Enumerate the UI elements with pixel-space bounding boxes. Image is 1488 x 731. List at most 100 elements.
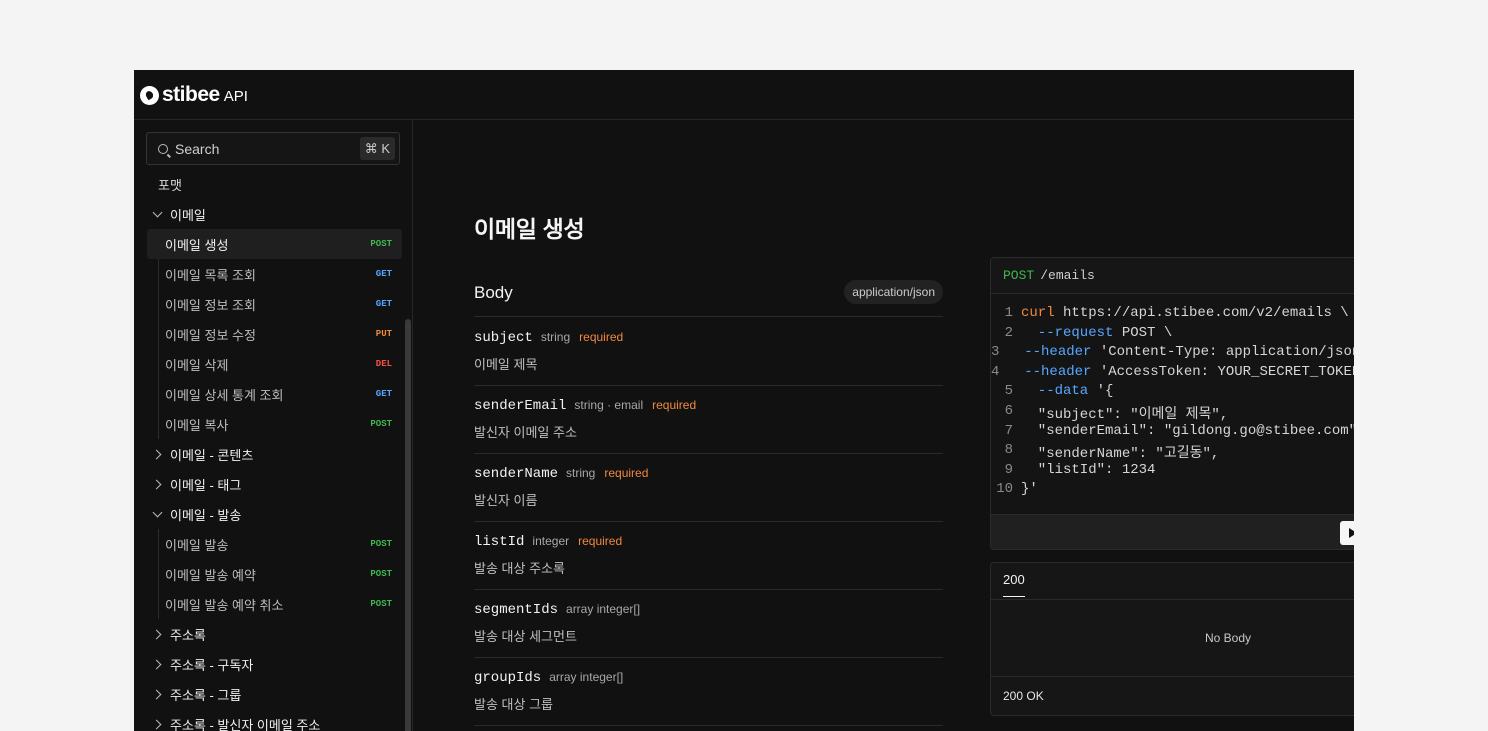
sidebar-item[interactable]: 이메일 발송 예약 POST	[147, 559, 402, 589]
method-badge: POST	[370, 419, 392, 429]
sidebar-item-format[interactable]: 포맷	[146, 169, 402, 199]
sidebar-item-label: 이메일 생성	[165, 237, 229, 253]
sidebar-item[interactable]: 이메일 발송 예약 취소 POST	[147, 589, 402, 619]
param-name: subject	[474, 330, 533, 346]
sidebar-item[interactable]: 이메일 목록 조회 GET	[147, 259, 402, 289]
param-row: groupIds array integer[] 발송 대상 그룹	[474, 658, 943, 726]
sidebar-group[interactable]: 이메일 - 콘텐츠	[146, 439, 402, 469]
code-token: POST \	[1113, 324, 1173, 341]
param-required: required	[604, 466, 649, 480]
app-window: stibee API ⌘ K 포맷 이메일이메일 생성 POST 이메일 목록 조회…	[134, 70, 1354, 731]
sidebar-group[interactable]: 주소록 - 그룹	[146, 679, 402, 709]
sidebar-item[interactable]: 이메일 상세 통계 조회 GET	[147, 379, 402, 409]
param-description: 이메일 제목	[474, 357, 538, 372]
sidebar-item[interactable]: 이메일 정보 수정 PUT	[147, 319, 402, 349]
param-type: string · email	[574, 398, 644, 412]
param-name: senderName	[474, 466, 559, 482]
top-bar: stibee API	[134, 70, 1354, 120]
code-sample-panel: POST /emails 1 curl https://api.stibee.co…	[990, 257, 1354, 550]
param-signature: senderEmail string · email required	[474, 398, 943, 414]
sidebar-item-label: 이메일 발송 예약	[165, 567, 256, 583]
param-required: required	[579, 330, 624, 344]
response-body: No Body	[991, 600, 1354, 677]
method-badge: POST	[370, 539, 392, 549]
code-line: 7 "senderEmail": "gildong.go@stibee.com"…	[991, 423, 1354, 443]
no-body-text: No Body	[1205, 631, 1252, 645]
body-section-header: Body application/json	[474, 280, 943, 317]
sidebar-item-label: 이메일 상세 통계 조회	[165, 387, 284, 403]
response-tabs: 200	[991, 563, 1354, 600]
param-name: segmentIds	[474, 602, 559, 618]
code-token: "senderName": "고길동",	[1021, 446, 1220, 463]
param-type: string	[540, 330, 571, 344]
sidebar-group[interactable]: 이메일	[146, 199, 402, 229]
code-line: 5 --data '{	[991, 383, 1354, 403]
code-sample-header: POST /emails	[991, 258, 1354, 294]
sidebar-group-label: 이메일 - 콘텐츠	[170, 447, 254, 463]
code-token: https://api.stibee.com/v2/emails \	[1054, 305, 1349, 321]
chevron-right-icon	[152, 688, 164, 700]
code-line: 6 "subject": "이메일 제목",	[991, 403, 1354, 423]
sidebar-group[interactable]: 이메일 - 발송	[146, 499, 402, 529]
search-input[interactable]	[175, 140, 355, 157]
tab-response-200[interactable]: 200	[1003, 572, 1025, 597]
sidebar: ⌘ K 포맷 이메일이메일 생성POST이메일 목록 조회GET이메일 정보 조…	[134, 120, 413, 731]
code-block[interactable]: 1 curl https://api.stibee.com/v2/emails \…	[991, 294, 1354, 514]
line-number: 10	[996, 481, 1013, 498]
code-line: 8 "senderName": "고길동",	[991, 442, 1354, 462]
param-name: groupIds	[474, 670, 542, 686]
method-badge: PUT	[375, 329, 392, 339]
sidebar-item[interactable]: 이메일 삭제 DEL	[147, 349, 402, 379]
param-description: 발송 대상 주소록	[474, 561, 565, 576]
sidebar-group-label: 이메일	[170, 207, 206, 223]
logo-suffix: API	[223, 88, 248, 105]
chevron-down-icon	[152, 508, 164, 520]
sidebar-item[interactable]: 이메일 정보 조회 GET	[147, 289, 402, 319]
param-type: array integer[]	[549, 670, 624, 684]
try-request-button[interactable]	[1340, 521, 1354, 545]
chevron-right-icon	[152, 478, 164, 490]
stibee-logo-icon	[140, 85, 159, 105]
stibee-logo[interactable]: stibee API	[140, 83, 248, 106]
sidebar-subgroup: 이메일 생성 POST 이메일 목록 조회 GET 이메일 정보 조회 GET 이메일 정보…	[147, 229, 402, 439]
sidebar-nav: 포맷 이메일 이메일 생성 POST 이메일 목록 조회 GET 이메일 정보 조회 GET…	[146, 169, 402, 731]
sidebar-scrollbar[interactable]	[405, 319, 411, 731]
code-line: 2 --request POST \	[991, 325, 1354, 345]
sidebar-item-label: 이메일 발송	[165, 537, 229, 553]
param-type: array integer[]	[566, 602, 641, 616]
sidebar-item[interactable]: 이메일 복사 POST	[147, 409, 402, 439]
search-icon	[158, 143, 168, 154]
param-signature: segmentIds array integer[]	[474, 602, 943, 618]
param-required: required	[578, 534, 623, 548]
search-box[interactable]: ⌘ K	[146, 132, 400, 165]
param-row: listId integer required 발송 대상 주소록	[474, 522, 943, 590]
code-line: 1 curl https://api.stibee.com/v2/emails \	[991, 305, 1354, 325]
sidebar-item-label: 이메일 목록 조회	[165, 267, 256, 283]
code-token: curl	[1021, 305, 1055, 321]
param-type: string	[566, 466, 596, 480]
logo-text: stibee	[162, 83, 220, 106]
sidebar-group[interactable]: 주소록	[146, 619, 402, 649]
sidebar-group[interactable]: 이메일 - 태그	[146, 469, 402, 499]
sidebar-group-label: 주소록 - 구독자	[170, 657, 254, 673]
code-token: --header	[1007, 363, 1092, 380]
param-signature: senderName string required	[474, 466, 943, 482]
sidebar-group-label: 주소록 - 발신자 이메일 주소	[170, 717, 321, 731]
sidebar-group-label: 주소록 - 그룹	[170, 687, 242, 703]
sidebar-group[interactable]: 주소록 - 구독자	[146, 649, 402, 679]
sidebar-group-label: 이메일 - 태그	[170, 477, 242, 493]
param-description: 발송 대상 세그먼트	[474, 629, 577, 644]
sidebar-item[interactable]: 이메일 발송 POST	[147, 529, 402, 559]
line-number: 4	[991, 363, 1000, 380]
sidebar-item[interactable]: 이메일 생성 POST	[147, 229, 402, 259]
param-row: segmentIds array integer[] 발송 대상 세그먼트	[474, 590, 943, 658]
code-token: "listId": 1234	[1021, 461, 1156, 478]
code-line: 9 "listId": 1234	[991, 462, 1354, 482]
line-number: 1	[1004, 305, 1013, 321]
param-description: 발송 대상 그룹	[474, 697, 553, 712]
sidebar-group[interactable]: 주소록 - 발신자 이메일 주소	[146, 709, 402, 731]
param-signature: listId integer required	[474, 534, 943, 550]
line-number: 7	[1004, 422, 1013, 439]
page-title: 이메일 생성	[474, 216, 585, 242]
param-row: subject string required 이메일 제목	[474, 318, 943, 386]
